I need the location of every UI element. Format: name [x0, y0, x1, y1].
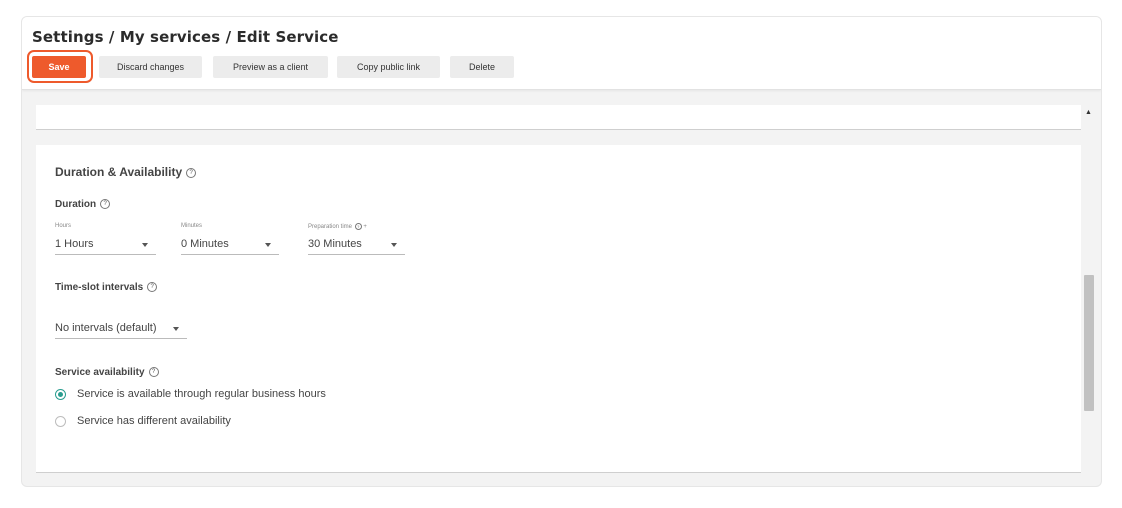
scroll-up-arrow-icon[interactable]: ▲: [1085, 109, 1092, 116]
copy-public-link-button[interactable]: Copy public link: [337, 56, 440, 78]
help-icon[interactable]: ?: [147, 282, 158, 293]
duration-label-text: Duration: [55, 199, 97, 210]
time-slot-intervals-label: Time-slot intervals?: [55, 282, 158, 293]
section-title-text: Duration & Availability: [55, 165, 183, 179]
preparation-time-value: 30 Minutes: [308, 238, 362, 250]
minutes-label: Minutes: [181, 223, 203, 229]
radio-unchecked-icon[interactable]: [55, 416, 66, 427]
chevron-down-icon: [173, 327, 179, 331]
time-slot-intervals-label-text: Time-slot intervals: [55, 282, 144, 293]
page-header: Settings / My services / Edit Service Sa…: [22, 17, 1101, 90]
minutes-select[interactable]: 0 Minutes: [181, 237, 279, 255]
availability-option-label: Service has different availability: [77, 415, 231, 427]
delete-button[interactable]: Delete: [450, 56, 514, 78]
preparation-time-label-text: Preparation time: [308, 224, 353, 231]
scrollbar-thumb[interactable]: [1084, 275, 1094, 411]
hours-value: 1 Hours: [55, 238, 94, 250]
previous-section-panel: [36, 105, 1081, 130]
availability-option-label: Service is available through regular bus…: [77, 388, 326, 400]
service-availability-label: Service availability?: [55, 367, 159, 378]
discard-changes-button[interactable]: Discard changes: [99, 56, 202, 78]
duration-availability-panel: Duration & Availability? Duration? Hours…: [36, 145, 1081, 473]
add-icon[interactable]: +: [363, 224, 367, 230]
service-availability-label-text: Service availability: [55, 367, 145, 378]
time-slot-intervals-value: No intervals (default): [55, 322, 157, 334]
radio-checked-icon[interactable]: [55, 389, 66, 400]
duration-label: Duration?: [55, 199, 111, 210]
preparation-time-label: Preparation time ? +: [308, 223, 367, 230]
save-button[interactable]: Save: [32, 56, 86, 78]
edit-service-card: Settings / My services / Edit Service Sa…: [21, 16, 1102, 487]
help-icon[interactable]: ?: [148, 367, 159, 378]
section-title: Duration & Availability?: [55, 165, 197, 179]
preparation-time-select[interactable]: 30 Minutes: [308, 237, 405, 255]
breadcrumb: Settings / My services / Edit Service: [32, 28, 339, 46]
vertical-scrollbar[interactable]: ▲: [1083, 105, 1095, 486]
help-icon[interactable]: ?: [186, 167, 197, 178]
help-icon[interactable]: ?: [354, 223, 362, 230]
time-slot-intervals-select[interactable]: No intervals (default): [55, 321, 187, 339]
chevron-down-icon: [142, 243, 148, 247]
chevron-down-icon: [391, 243, 397, 247]
minutes-value: 0 Minutes: [181, 238, 229, 250]
chevron-down-icon: [265, 243, 271, 247]
help-icon[interactable]: ?: [100, 199, 111, 210]
hours-select[interactable]: 1 Hours: [55, 237, 156, 255]
preview-as-client-button[interactable]: Preview as a client: [213, 56, 328, 78]
hours-label: Hours: [55, 223, 72, 229]
